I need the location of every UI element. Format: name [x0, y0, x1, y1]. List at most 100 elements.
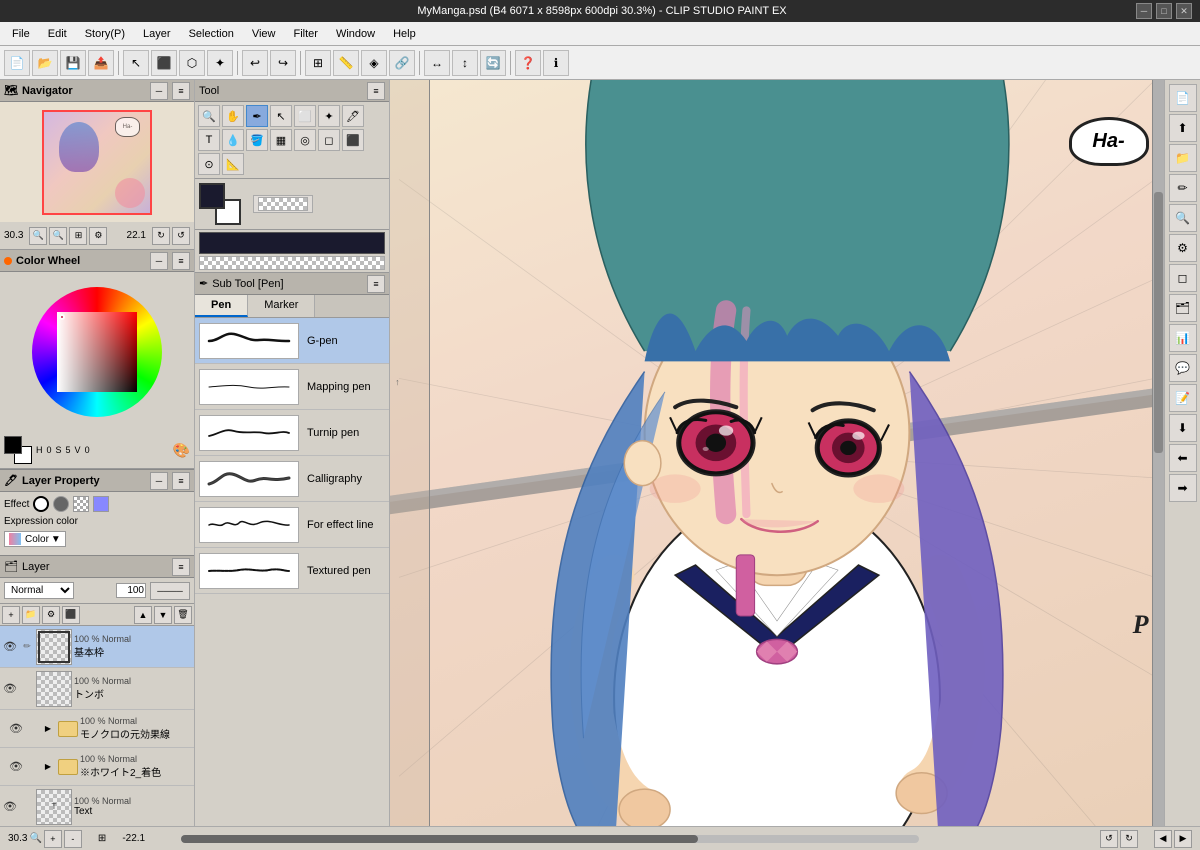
color-wheel-area[interactable]	[0, 272, 194, 432]
color-picker-square[interactable]	[57, 312, 137, 392]
maximize-button[interactable]: □	[1156, 3, 1172, 19]
layer-property-menu-button[interactable]: ≡	[172, 472, 190, 490]
color-wheel-icon[interactable]: 🎨	[173, 442, 190, 459]
prev-page-button[interactable]: ◀	[1154, 830, 1172, 848]
hand-tool-button[interactable]: ✋	[222, 105, 244, 127]
navigator-menu-button[interactable]: ≡	[172, 82, 190, 100]
navigator-collapse-button[interactable]: ─	[150, 82, 168, 100]
opacity-input[interactable]	[116, 583, 146, 598]
foreground-color-swatch[interactable]	[199, 183, 225, 209]
statusbar-fit-button[interactable]: ⊞	[98, 833, 106, 844]
symmetry-button[interactable]: ◈	[361, 50, 387, 76]
magic-wand-button[interactable]: ✦	[318, 105, 340, 127]
foreground-color-box[interactable]	[4, 436, 22, 454]
layer-mask-button[interactable]: ⬛	[62, 606, 80, 624]
brush-item-textured[interactable]: Textured pen	[195, 548, 389, 594]
right-panel-btn-9[interactable]: 📊	[1169, 324, 1197, 352]
bucket-tool-button[interactable]: 🪣	[246, 129, 268, 151]
move-tool-button[interactable]: ↖	[270, 105, 292, 127]
zoom-in-status-button[interactable]: +	[44, 830, 62, 848]
current-color-bar[interactable]	[199, 232, 385, 254]
menu-window[interactable]: Window	[328, 26, 383, 42]
pen-tool-button[interactable]: 🖊	[342, 105, 364, 127]
transparent-bar[interactable]	[199, 256, 385, 270]
layer-panel-menu-button[interactable]: ≡	[172, 558, 190, 576]
zoom-tool-button[interactable]: 🔍	[198, 105, 220, 127]
subtool-menu-button[interactable]: ≡	[367, 275, 385, 293]
minimize-button[interactable]: ─	[1136, 3, 1152, 19]
right-panel-btn-10[interactable]: 💬	[1169, 354, 1197, 382]
right-panel-btn-14[interactable]: ➡	[1169, 474, 1197, 502]
lasso-button[interactable]: ⬡	[179, 50, 205, 76]
gradient-tool-button[interactable]: ▦	[270, 129, 292, 151]
brush-item-turnip[interactable]: Turnip pen	[195, 410, 389, 456]
info-button[interactable]: ℹ	[543, 50, 569, 76]
grid-button[interactable]: ⊞	[305, 50, 331, 76]
zoom-out-button[interactable]: 🔍	[49, 227, 67, 245]
layer-visibility-toggle[interactable]: 👁	[2, 639, 18, 655]
rotate-ccw-button[interactable]: ↺	[172, 227, 190, 245]
ruler-button[interactable]: 📏	[333, 50, 359, 76]
new-layer-button[interactable]: +	[2, 606, 20, 624]
zoom-in-button[interactable]: 🔍	[29, 227, 47, 245]
effect-btn-filled[interactable]	[53, 496, 69, 512]
layer-visibility-toggle[interactable]: 👁	[8, 721, 24, 737]
rotate-cw-button[interactable]: ↻	[152, 227, 170, 245]
color-wheel[interactable]	[32, 287, 162, 417]
rotate-left-status-button[interactable]: ↺	[1100, 830, 1118, 848]
color-dropdown[interactable]: Color ▼	[4, 531, 66, 547]
dropper-tool-button[interactable]: 💧	[222, 129, 244, 151]
close-button[interactable]: ✕	[1176, 3, 1192, 19]
brush-item-mapping[interactable]: Mapping pen	[195, 364, 389, 410]
snap-button[interactable]: 🔗	[389, 50, 415, 76]
undo-button[interactable]: ↩	[242, 50, 268, 76]
color-wheel-menu-button[interactable]: ≡	[172, 252, 190, 270]
help-button[interactable]: ❓	[515, 50, 541, 76]
save-button[interactable]: 💾	[60, 50, 86, 76]
new-folder-button[interactable]: 📁	[22, 606, 40, 624]
layer-visibility-toggle[interactable]: 👁	[2, 799, 18, 815]
right-panel-btn-11[interactable]: 📝	[1169, 384, 1197, 412]
right-panel-btn-6[interactable]: ⚙	[1169, 234, 1197, 262]
delete-layer-button[interactable]: 🗑	[174, 606, 192, 624]
rotate-right-status-button[interactable]: ↻	[1120, 830, 1138, 848]
layer-settings-button[interactable]: ⚙	[42, 606, 60, 624]
right-panel-btn-4[interactable]: ✏	[1169, 174, 1197, 202]
eraser-tool-button[interactable]: ◻	[318, 129, 340, 151]
select-tool-button[interactable]: ↖	[123, 50, 149, 76]
magic-select-button[interactable]: ✦	[207, 50, 233, 76]
layer-visibility-toggle[interactable]: 👁	[2, 681, 18, 697]
blend-tool-button[interactable]: ⊙	[198, 153, 220, 175]
tab-pen[interactable]: Pen	[195, 295, 248, 317]
next-page-button[interactable]: ▶	[1174, 830, 1192, 848]
right-panel-btn-3[interactable]: 📁	[1169, 144, 1197, 172]
layer-up-button[interactable]: ▲	[134, 606, 152, 624]
brush-item-calligraphy[interactable]: Calligraphy	[195, 456, 389, 502]
canvas-area[interactable]: Ha- P ←	[390, 80, 1164, 826]
type-tool-button[interactable]: T	[198, 129, 220, 151]
redo-button[interactable]: ↪	[270, 50, 296, 76]
layer-folder-item[interactable]: 👁 ▶ 100 % Normal ※ホワイト2_着色	[0, 748, 194, 786]
layer-visibility-toggle[interactable]: 👁	[8, 759, 24, 775]
effect-btn-color[interactable]	[93, 496, 109, 512]
nav-settings-button[interactable]: ⚙	[89, 227, 107, 245]
menu-filter[interactable]: Filter	[286, 26, 326, 42]
new-file-button[interactable]: 📄	[4, 50, 30, 76]
right-panel-btn-7[interactable]: ◻	[1169, 264, 1197, 292]
pencil-tool-button[interactable]: ✒	[246, 105, 268, 127]
vertical-scrollbar-thumb[interactable]	[1154, 192, 1163, 453]
right-panel-btn-1[interactable]: 📄	[1169, 84, 1197, 112]
menu-layer[interactable]: Layer	[135, 26, 179, 42]
foreground-background-colors[interactable]	[4, 436, 32, 464]
menu-view[interactable]: View	[244, 26, 284, 42]
menu-selection[interactable]: Selection	[181, 26, 242, 42]
flip-h-button[interactable]: ↔	[424, 50, 450, 76]
open-button[interactable]: 📂	[32, 50, 58, 76]
brush-item-gpen[interactable]: G-pen	[195, 318, 389, 364]
transparent-color-button[interactable]	[253, 195, 313, 213]
zoom-fit-button[interactable]: ⊞	[69, 227, 87, 245]
flip-v-button[interactable]: ↕	[452, 50, 478, 76]
zoom-out-status-button[interactable]: -	[64, 830, 82, 848]
right-panel-btn-12[interactable]: ⬇	[1169, 414, 1197, 442]
right-panel-btn-5[interactable]: 🔍	[1169, 204, 1197, 232]
